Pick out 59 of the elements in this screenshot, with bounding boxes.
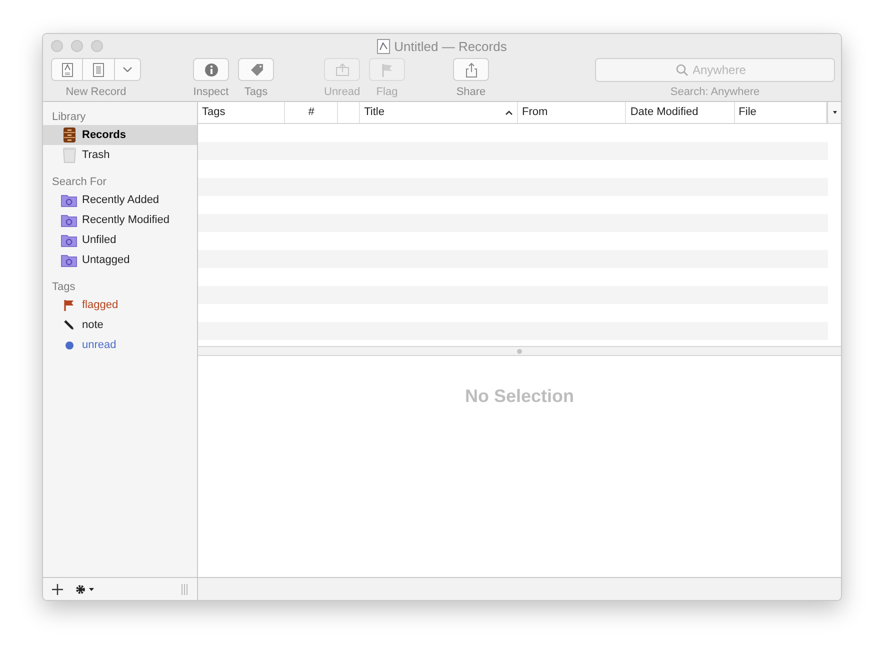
document-icon — [377, 39, 390, 54]
cabinet-icon — [62, 127, 76, 143]
settings-icon[interactable] — [75, 584, 95, 594]
toolbar-label: Share — [456, 85, 486, 100]
sidebar-item[interactable]: Trash — [43, 145, 197, 165]
sidebar-item[interactable]: note — [43, 315, 197, 335]
sidebar-section-header: Tags — [51, 280, 76, 294]
sidebar-item[interactable]: Untagged — [43, 250, 197, 270]
document-icon — [90, 62, 107, 78]
caret-down-icon — [832, 111, 837, 114]
search-icon — [676, 64, 688, 76]
sidebar-item[interactable]: Unfiled — [43, 230, 197, 250]
toolbar-button[interactable] — [238, 58, 274, 81]
column-header[interactable]: Title — [364, 104, 384, 121]
smart-folder-icon — [61, 234, 77, 246]
sidebar-item[interactable]: Records — [43, 125, 197, 145]
smart-folder-icon — [61, 254, 77, 266]
sort-ascending-icon[interactable] — [505, 110, 514, 115]
search-input[interactable]: Anywhere — [692, 61, 754, 79]
minimize-button[interactable] — [71, 40, 83, 52]
smart-folder-icon — [61, 194, 77, 206]
no-selection-message: No Selection — [464, 385, 574, 407]
column-menu-button[interactable] — [827, 102, 841, 123]
column-header[interactable]: Tags — [202, 104, 226, 121]
toolbar-label: Flag — [376, 85, 398, 100]
toolbar-button[interactable] — [453, 58, 489, 81]
search-label: Search: Anywhere — [670, 85, 760, 100]
column-header[interactable]: # — [308, 104, 314, 121]
toolbar-label: New Record — [66, 85, 126, 100]
divider-handle-icon[interactable] — [517, 348, 522, 354]
toolbar-button[interactable] — [51, 58, 83, 81]
toolbar-label: Unread — [324, 85, 360, 100]
info-icon — [202, 62, 220, 78]
sidebar-section-header: Library — [51, 110, 87, 124]
chevron-down-icon — [123, 67, 132, 72]
flag-icon — [64, 300, 74, 310]
sidebar-item[interactable]: flagged — [43, 295, 197, 315]
resize-handle-icon[interactable] — [181, 584, 188, 594]
zoom-button[interactable] — [91, 40, 103, 52]
toolbar-label: Inspect — [193, 85, 229, 100]
toolbar-label: Tags — [244, 85, 268, 100]
close-button[interactable] — [51, 40, 63, 52]
sidebar-section-header: Search For — [51, 174, 108, 190]
sidebar-item[interactable]: Recently Added — [43, 190, 197, 210]
smart-folder-icon — [61, 214, 77, 226]
trash-icon — [62, 147, 76, 163]
column-header[interactable]: File — [738, 104, 756, 121]
column-header[interactable]: Date Modified — [630, 104, 698, 121]
window-title: Untitled — Records — [394, 38, 507, 56]
toolbar-button[interactable] — [193, 58, 229, 81]
add-icon[interactable] — [52, 584, 63, 594]
pencil-icon — [64, 320, 74, 330]
sidebar-item[interactable]: Recently Modified — [43, 210, 197, 230]
column-header[interactable]: From — [522, 104, 548, 121]
sidebar-item[interactable]: unread — [43, 335, 197, 355]
dot-icon — [64, 340, 74, 350]
search-field[interactable]: Anywhere — [595, 58, 835, 82]
tray-up-icon — [334, 62, 351, 78]
toolbar-button[interactable] — [83, 58, 115, 81]
